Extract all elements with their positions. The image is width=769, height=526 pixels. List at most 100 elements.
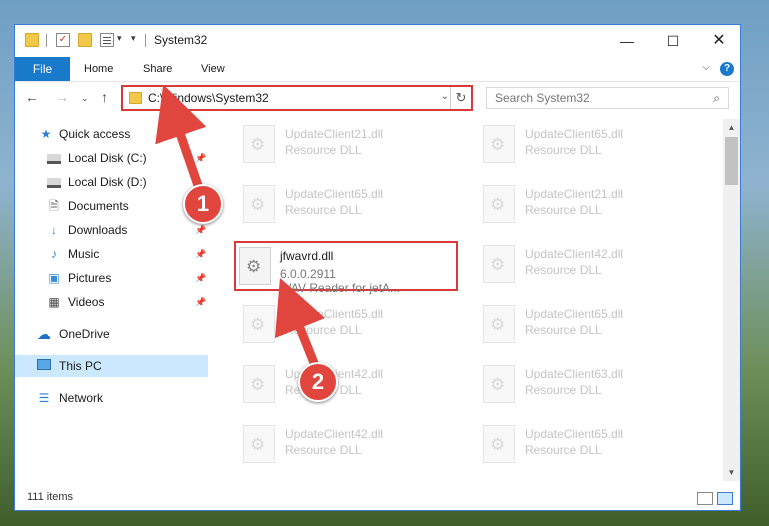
nav-music[interactable]: ♪ Music 📌 (15, 243, 208, 265)
nav-label: Documents (68, 199, 129, 213)
expand-ribbon-icon[interactable]: ⌵ (702, 62, 710, 73)
file-type: Resource DLL (525, 323, 602, 337)
nav-label: Pictures (68, 271, 112, 285)
scroll-up-icon[interactable]: ▲ (723, 119, 740, 136)
tab-file[interactable]: File (15, 57, 70, 81)
file-description: WAV Reader for jetA... (280, 281, 401, 295)
file-type: Resource DLL (285, 143, 362, 157)
nav-label: Local Disk (D:) (68, 175, 147, 189)
nav-onedrive[interactable]: ☁ OneDrive (15, 323, 208, 345)
help-icon[interactable]: ? (720, 62, 734, 76)
file-item[interactable]: UpdateClient42.dll Resource DLL (239, 419, 463, 469)
tab-home[interactable]: Home (84, 57, 113, 81)
navigation-pane: ★ Quick access Local Disk (C:) 📌 Local D… (15, 119, 208, 479)
nav-videos[interactable]: ▦ Videos 📌 (15, 291, 208, 313)
nav-local-disk-c[interactable]: Local Disk (C:) 📌 (15, 147, 208, 169)
chevron-down-icon[interactable]: ⌄ (441, 91, 449, 102)
minimize-button[interactable]: — (604, 25, 650, 57)
file-name: UpdateClient65.dll (525, 427, 624, 441)
file-item[interactable]: UpdateClient65.dll Resource DLL (479, 299, 703, 349)
file-type: Resource DLL (525, 383, 602, 397)
nav-quick-access[interactable]: ★ Quick access (15, 123, 208, 145)
file-item[interactable]: UpdateClient65.dll Resource DLL (239, 299, 463, 349)
quick-access-dropdown-icon[interactable]: ▾ (131, 33, 136, 44)
details-view-icon[interactable] (697, 492, 713, 505)
divider (145, 34, 146, 47)
nav-pictures[interactable]: ▣ Pictures 📌 (15, 267, 208, 289)
file-type: Resource DLL (525, 263, 602, 277)
dll-file-icon (483, 185, 515, 223)
up-arrow-icon[interactable]: ↑ (101, 89, 108, 105)
folder-icon (129, 92, 142, 104)
new-folder-icon[interactable] (78, 33, 92, 47)
dll-file-icon (243, 425, 275, 463)
file-item[interactable]: UpdateClient65.dll Resource DLL (479, 119, 703, 169)
file-item[interactable]: UpdateClient65.dll Resource DLL (479, 419, 703, 469)
music-icon: ♪ (51, 247, 57, 261)
search-input[interactable]: Search System32 (495, 91, 590, 105)
title-bar: ✓ ▾ ▾ System32 — ☐ ✕ (15, 25, 740, 57)
file-item-jfwavrd[interactable]: jfwavrd.dll 6.0.0.2911 WAV Reader for je… (234, 241, 458, 295)
file-item[interactable]: UpdateClient21.dll Resource DLL (239, 119, 463, 169)
address-path[interactable]: C:\Windows\System32 (148, 91, 269, 105)
nav-downloads[interactable]: ↓ Downloads 📌 (15, 219, 208, 241)
maximize-button[interactable]: ☐ (650, 25, 696, 57)
pin-icon[interactable]: 📌 (195, 267, 206, 289)
nav-label: This PC (59, 359, 102, 373)
file-name: jfwavrd.dll (280, 249, 334, 263)
nav-local-disk-d[interactable]: Local Disk (D:) (15, 171, 208, 193)
nav-documents[interactable]: 🗎 Documents 📌 (15, 195, 208, 217)
drive-icon (47, 154, 61, 164)
nav-this-pc[interactable]: This PC (15, 355, 208, 377)
dll-file-icon (243, 365, 275, 403)
vertical-scrollbar[interactable]: ▲ ▼ (723, 119, 740, 481)
large-icons-view-icon[interactable] (717, 492, 733, 505)
chevron-down-icon[interactable]: ▾ (117, 33, 122, 44)
nav-label: Local Disk (C:) (68, 151, 147, 165)
star-icon: ★ (40, 127, 52, 141)
file-type: Resource DLL (285, 323, 362, 337)
dll-file-icon (483, 425, 515, 463)
callout-badge-1: 1 (183, 184, 223, 224)
videos-icon: ▦ (48, 295, 60, 309)
ribbon-tabs: File Home Share View ⌵ ? (15, 57, 740, 82)
file-list: UpdateClient21.dll Resource DLL UpdateCl… (223, 119, 723, 479)
nav-network[interactable]: ☰ Network (15, 387, 208, 409)
file-item[interactable]: UpdateClient65.dll Resource DLL (239, 179, 463, 229)
back-arrow-icon[interactable]: ← (25, 89, 39, 105)
pin-icon[interactable]: 📌 (195, 291, 206, 313)
pin-icon[interactable]: 📌 (195, 147, 206, 169)
recent-locations-icon[interactable]: ⌄ (81, 93, 89, 104)
tab-share[interactable]: Share (143, 57, 172, 81)
window-title: System32 (154, 33, 208, 47)
nav-label: Network (59, 391, 104, 405)
pin-icon[interactable]: 📌 (195, 243, 206, 265)
nav-label: Downloads (68, 223, 128, 237)
close-button[interactable]: ✕ (696, 25, 742, 57)
dll-file-icon (243, 125, 275, 163)
scroll-thumb[interactable] (725, 137, 738, 185)
drive-icon (47, 178, 61, 188)
item-count: 111 items (27, 491, 74, 503)
file-item[interactable]: UpdateClient21.dll Resource DLL (479, 179, 703, 229)
file-type: Resource DLL (525, 443, 602, 457)
dll-file-icon (483, 245, 515, 283)
dll-file-icon (483, 125, 515, 163)
nav-label: Music (68, 247, 100, 261)
file-version: 6.0.0.2911 (280, 267, 336, 281)
file-type: Resource DLL (285, 443, 362, 457)
file-name: UpdateClient21.dll (525, 187, 624, 201)
address-bar[interactable]: C:\Windows\System32 ⌄ ↻ (121, 85, 473, 111)
file-item[interactable]: UpdateClient42.dll Resource DLL (479, 239, 703, 289)
properties-check-icon[interactable]: ✓ (56, 33, 70, 47)
callout-badge-2: 2 (298, 362, 338, 402)
nav-label: Videos (68, 295, 105, 309)
scroll-down-icon[interactable]: ▼ (723, 464, 740, 481)
customize-toolbar-icon[interactable] (100, 33, 114, 47)
file-item[interactable]: UpdateClient42.dll Resource DLL (239, 359, 463, 409)
tab-view[interactable]: View (201, 57, 225, 81)
forward-arrow-icon[interactable]: → (55, 89, 69, 105)
search-box[interactable]: Search System32 ⌕ (486, 87, 729, 109)
refresh-icon[interactable]: ↻ (450, 87, 471, 109)
file-item[interactable]: UpdateClient63.dll Resource DLL (479, 359, 703, 409)
